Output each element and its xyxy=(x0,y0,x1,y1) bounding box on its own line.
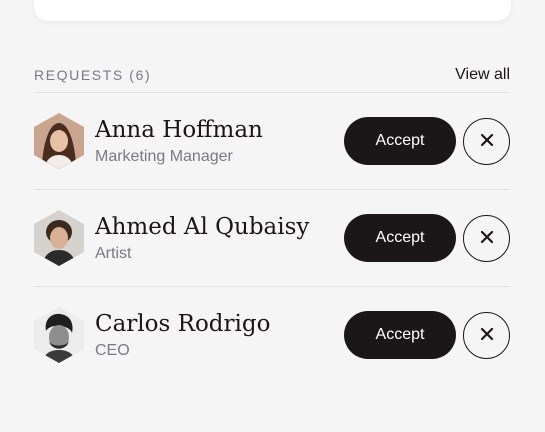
view-all-link[interactable]: View all xyxy=(455,66,510,84)
accept-button[interactable]: Accept xyxy=(344,311,456,359)
person-name: Anna Hoffman xyxy=(95,117,263,143)
decline-button[interactable] xyxy=(463,311,510,359)
avatar xyxy=(34,210,84,266)
request-row: Carlos Rodrigo CEO Accept xyxy=(34,287,510,383)
section-title: REQUESTS (6) xyxy=(34,67,152,83)
person-role: Marketing Manager xyxy=(95,148,233,165)
requests-header: REQUESTS (6) View all xyxy=(34,58,510,92)
close-icon xyxy=(480,327,494,344)
person-name: Ahmed Al Qubaisy xyxy=(95,214,310,240)
decline-button[interactable] xyxy=(463,214,510,262)
accept-button[interactable]: Accept xyxy=(344,117,456,165)
close-icon xyxy=(480,230,494,247)
accept-button[interactable]: Accept xyxy=(344,214,456,262)
person-role: CEO xyxy=(95,342,130,359)
close-icon xyxy=(480,133,494,150)
avatar xyxy=(34,113,84,169)
avatar xyxy=(34,307,84,363)
decline-button[interactable] xyxy=(463,117,510,165)
request-row: Ahmed Al Qubaisy Artist Accept xyxy=(34,190,510,286)
requests-section: REQUESTS (6) View all Anna Hoffman Marke… xyxy=(34,58,510,383)
previous-card xyxy=(34,0,511,21)
request-row: Anna Hoffman Marketing Manager Accept xyxy=(34,93,510,189)
person-role: Artist xyxy=(95,245,132,262)
person-name: Carlos Rodrigo xyxy=(95,311,271,337)
